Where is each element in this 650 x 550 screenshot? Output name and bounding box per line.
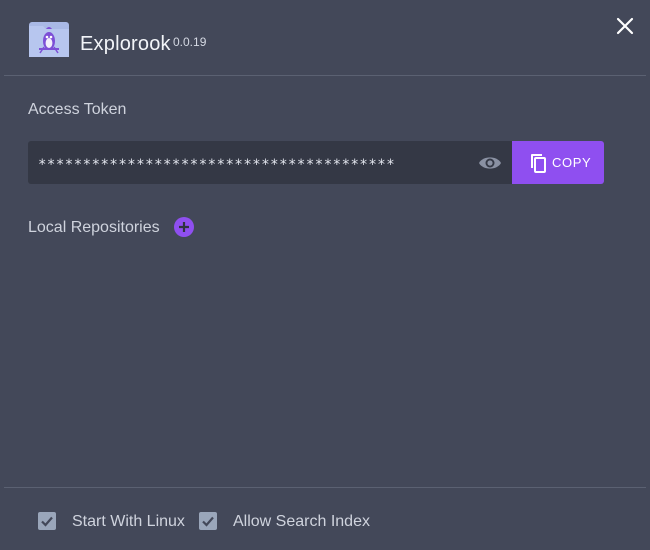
- allow-search-index-label: Allow Search Index: [233, 513, 370, 530]
- access-token-field[interactable]: ****************************************: [28, 141, 512, 184]
- copy-button-label: COPY: [552, 155, 592, 170]
- app-title: Explorook: [80, 33, 171, 55]
- allow-search-index-checkbox[interactable]: [199, 512, 217, 530]
- copy-button[interactable]: COPY: [512, 141, 604, 184]
- checkmark-icon: [202, 516, 214, 527]
- eye-icon: [479, 157, 501, 169]
- toggle-visibility-button[interactable]: [478, 152, 502, 174]
- add-repository-button[interactable]: [173, 216, 195, 238]
- add-circle-icon: [174, 217, 194, 237]
- close-icon: [616, 17, 634, 35]
- footer-divider: [4, 487, 646, 488]
- access-token-label: Access Token: [28, 101, 127, 118]
- start-with-linux-option[interactable]: Start With Linux: [38, 510, 188, 532]
- start-with-linux-checkbox[interactable]: [38, 512, 56, 530]
- copy-icon: [531, 154, 546, 173]
- app-version: 0.0.19: [173, 35, 207, 49]
- local-repositories-label: Local Repositories: [28, 219, 160, 236]
- header-divider: [4, 75, 646, 76]
- close-button[interactable]: [612, 13, 638, 39]
- allow-search-index-option[interactable]: Allow Search Index: [199, 510, 374, 532]
- access-token-value: ****************************************: [38, 157, 396, 173]
- checkmark-icon: [41, 516, 53, 527]
- start-with-linux-label: Start With Linux: [72, 513, 185, 530]
- header: Explorook 0.0.19: [0, 0, 650, 76]
- app-logo: [29, 22, 69, 57]
